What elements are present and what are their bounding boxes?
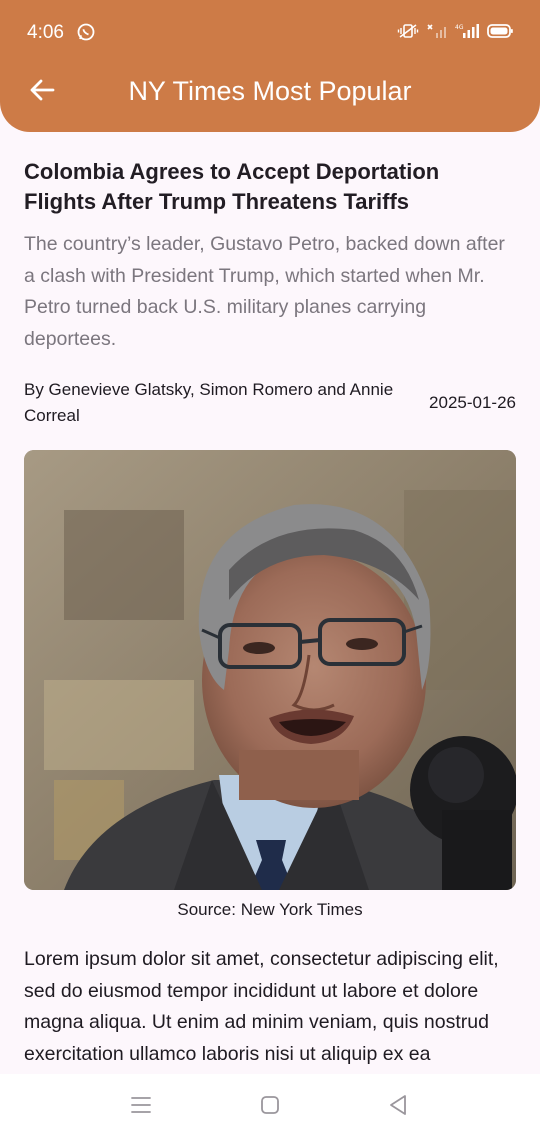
article-date: 2025-01-26 (429, 393, 516, 412)
article-content[interactable]: Colombia Agrees to Accept Deportation Fl… (24, 132, 516, 1074)
article-byline: By Genevieve Glatsky, Simon Romero and A… (24, 380, 394, 425)
system-nav-bar (0, 1074, 540, 1140)
home-button[interactable] (257, 1094, 283, 1120)
home-square-icon (260, 1095, 280, 1120)
app-title: NY Times Most Popular (128, 76, 412, 106)
menu-icon (131, 1096, 151, 1119)
status-bar: 4:06 4G (0, 0, 540, 62)
battery-icon (487, 23, 513, 39)
back-triangle-icon (388, 1094, 408, 1121)
article-body: Lorem ipsum dolor sit amet, consectetur … (24, 948, 499, 1065)
svg-text:4G: 4G (455, 24, 464, 31)
app-bar: NY Times Most Popular (0, 62, 540, 132)
status-time: 4:06 (27, 22, 64, 43)
article-headline: Colombia Agrees to Accept Deportation Fl… (24, 159, 440, 214)
status-icons: 4G (397, 23, 513, 39)
article-photo (24, 450, 516, 890)
system-back-button[interactable] (385, 1094, 411, 1120)
article-meta: By Genevieve Glatsky, Simon Romero and A… (24, 377, 516, 429)
vibrate-icon (397, 23, 419, 39)
no-signal-icon (427, 23, 447, 39)
signal-4g-icon: 4G (455, 23, 479, 39)
article-summary: The country’s leader, Gustavo Petro, bac… (24, 233, 505, 350)
photo-caption: Source: New York Times (177, 900, 363, 919)
whatsapp-icon (77, 23, 95, 41)
recent-apps-button[interactable] (128, 1094, 154, 1120)
